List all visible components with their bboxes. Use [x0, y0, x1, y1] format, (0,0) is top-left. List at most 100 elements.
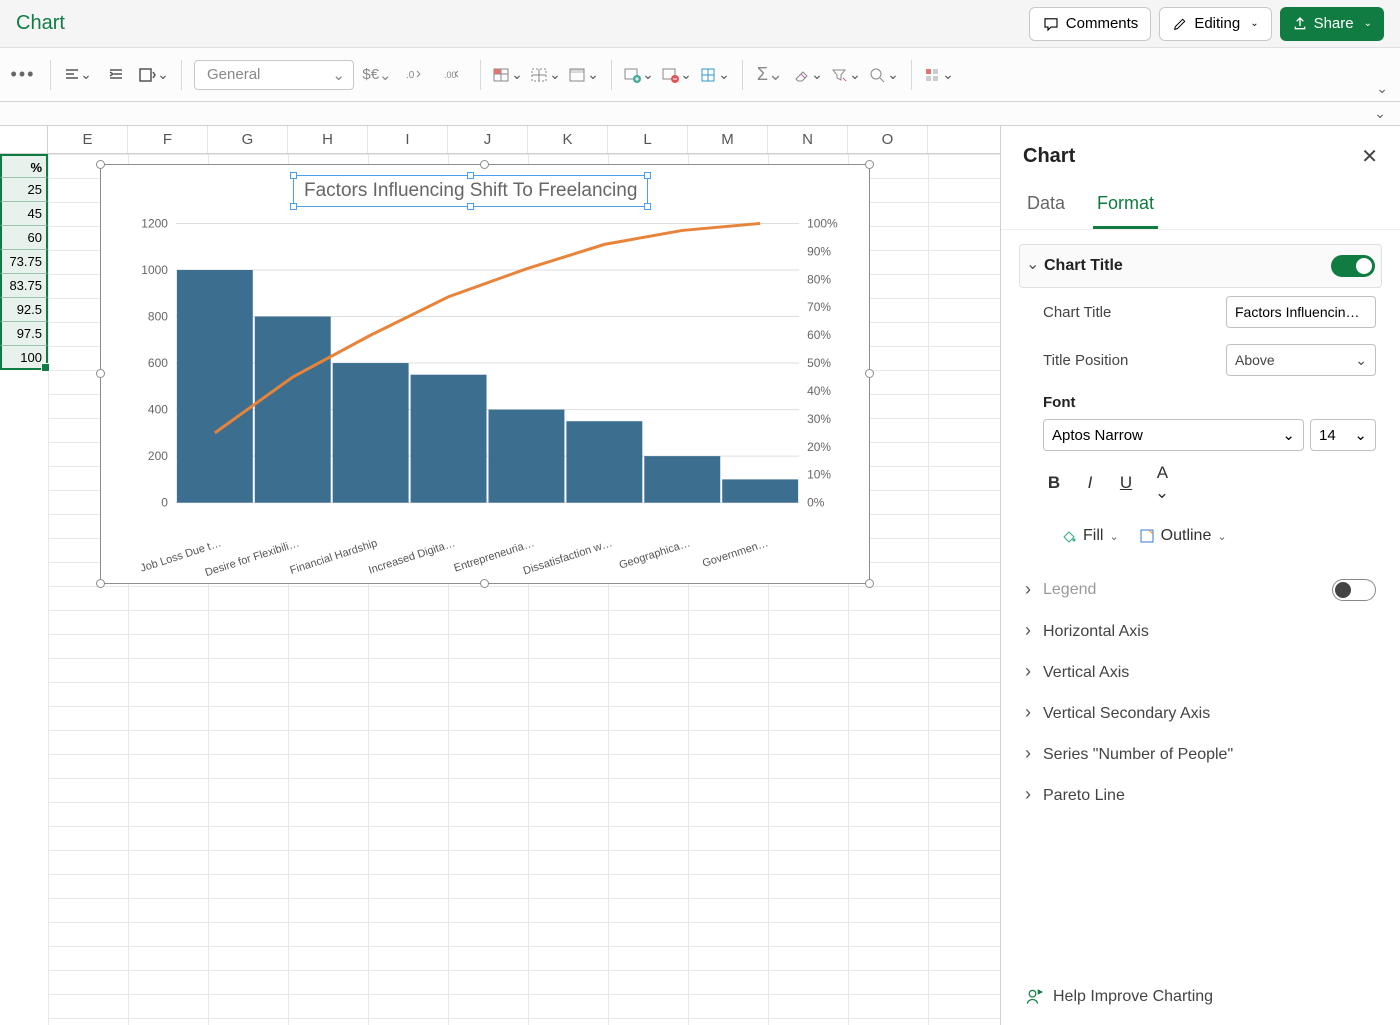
section-series[interactable]: Series "Number of People" — [1019, 734, 1382, 775]
resize-handle[interactable] — [865, 369, 874, 378]
font-section-label: Font — [1043, 394, 1376, 411]
tab-data[interactable]: Data — [1023, 185, 1069, 229]
align-left-button[interactable]: ⌄ — [63, 60, 93, 90]
share-button[interactable]: Share ⌄ — [1280, 7, 1384, 41]
cell[interactable]: 97.5 — [0, 322, 48, 346]
cell-styles-button[interactable]: ⌄ — [569, 60, 599, 90]
editing-mode-button[interactable]: Editing ⌄ — [1159, 7, 1271, 41]
col-header[interactable]: J — [448, 126, 528, 153]
feedback-icon — [1025, 987, 1045, 1007]
chevron-right-icon — [1025, 662, 1043, 683]
resize-handle[interactable] — [96, 369, 105, 378]
cell[interactable]: 73.75 — [0, 250, 48, 274]
section-chart-title[interactable]: Chart Title — [1019, 244, 1382, 288]
cell[interactable]: 25 — [0, 178, 48, 202]
section-vertical-secondary-axis[interactable]: Vertical Secondary Axis — [1019, 693, 1382, 734]
chevron-right-icon — [1025, 744, 1043, 765]
resize-handle[interactable] — [480, 160, 489, 169]
cond-format-button[interactable]: ⌄ — [493, 60, 523, 90]
col-header[interactable]: L — [608, 126, 688, 153]
search-icon — [869, 67, 887, 83]
col-header[interactable]: F — [128, 126, 208, 153]
font-size-select[interactable]: 14 ⌄ — [1310, 419, 1376, 451]
col-header[interactable]: O — [848, 126, 928, 153]
chart-object[interactable]: Factors Influencing Shift To Freelancing… — [100, 164, 870, 584]
cell[interactable]: 45 — [0, 202, 48, 226]
svg-text:70%: 70% — [807, 300, 831, 314]
col-header[interactable]: I — [368, 126, 448, 153]
sort-filter-button[interactable]: ⌄ — [831, 60, 861, 90]
section-horizontal-axis[interactable]: Horizontal Axis — [1019, 611, 1382, 652]
outline-icon — [1139, 528, 1155, 544]
svg-text:600: 600 — [148, 356, 168, 370]
section-vertical-axis[interactable]: Vertical Axis — [1019, 652, 1382, 693]
resize-handle[interactable] — [865, 160, 874, 169]
chart-title-label: Chart Title — [1043, 304, 1226, 321]
currency-button[interactable]: $€⌄ — [362, 60, 392, 90]
chevron-right-icon — [1025, 785, 1043, 806]
format-table-button[interactable]: ⌄ — [531, 60, 561, 90]
col-header[interactable]: H — [288, 126, 368, 153]
tab-format[interactable]: Format — [1093, 185, 1158, 229]
collapse-ribbon-button[interactable]: ⌄ — [1376, 80, 1388, 97]
help-improve-link[interactable]: Help Improve Charting — [1025, 987, 1213, 1007]
fill-button[interactable]: Fill⌄ — [1061, 527, 1119, 545]
svg-text:0%: 0% — [807, 496, 825, 510]
comments-button[interactable]: Comments — [1029, 7, 1152, 41]
indent-button[interactable] — [101, 60, 131, 90]
outline-button[interactable]: Outline⌄ — [1139, 527, 1227, 545]
find-button[interactable]: ⌄ — [869, 60, 899, 90]
more-options-button[interactable]: ••• — [8, 60, 38, 90]
title-position-select[interactable]: Above ⌄ — [1226, 344, 1376, 376]
insert-button[interactable]: ⌄ — [624, 60, 654, 90]
chevron-down-icon: ⌄ — [1364, 18, 1372, 29]
spreadsheet-area[interactable]: E F G H I J K L M N O % 25 45 60 73.75 8… — [0, 126, 1000, 1025]
font-color-button[interactable]: A ⌄ — [1151, 463, 1173, 503]
chevron-down-icon: ⌄ — [1282, 426, 1295, 444]
svg-text:90%: 90% — [807, 244, 831, 258]
clear-button[interactable]: ⌄ — [793, 60, 823, 90]
expand-button[interactable]: ⌄ — [1374, 105, 1386, 122]
cell[interactable]: 100 — [0, 346, 48, 370]
cell[interactable]: 60 — [0, 226, 48, 250]
col-header[interactable]: K — [528, 126, 608, 153]
addins-button[interactable]: ⌄ — [924, 60, 954, 90]
svg-text:10%: 10% — [807, 468, 831, 482]
format-cells-button[interactable]: ⌄ — [700, 60, 730, 90]
col-header[interactable]: E — [48, 126, 128, 153]
close-icon[interactable]: ✕ — [1361, 144, 1378, 169]
ribbon-toolbar: ••• ⌄ ⌄ General ⌄ $€⌄ .0 .00 ⌄ ⌄ ⌄ ⌄ ⌄ ⌄… — [0, 48, 1400, 102]
cell[interactable]: 83.75 — [0, 274, 48, 298]
resize-handle[interactable] — [96, 579, 105, 588]
wrap-text-button[interactable]: ⌄ — [139, 60, 169, 90]
chart-title-input[interactable] — [1226, 296, 1376, 328]
col-header[interactable]: M — [688, 126, 768, 153]
svg-text:40%: 40% — [807, 384, 831, 398]
section-legend[interactable]: Legend — [1019, 569, 1382, 611]
chart-title-toggle[interactable] — [1331, 255, 1375, 277]
chevron-down-icon — [1026, 256, 1044, 276]
legend-toggle[interactable] — [1332, 579, 1376, 601]
number-format-dropdown[interactable]: General ⌄ — [194, 60, 354, 90]
delete-button[interactable]: ⌄ — [662, 60, 692, 90]
increase-decimal-button[interactable]: .0 — [400, 60, 430, 90]
col-header[interactable]: N — [768, 126, 848, 153]
resize-handle[interactable] — [480, 579, 489, 588]
grid[interactable]: % 25 45 60 73.75 83.75 92.5 97.5 100 — [0, 154, 1000, 1025]
chart-title-selection[interactable]: Factors Influencing Shift To Freelancing — [293, 175, 648, 207]
cell[interactable]: 92.5 — [0, 298, 48, 322]
chart-title-text[interactable]: Factors Influencing Shift To Freelancing — [304, 180, 637, 201]
underline-button[interactable]: U — [1115, 473, 1137, 493]
cells-icon — [569, 67, 587, 83]
resize-handle[interactable] — [865, 579, 874, 588]
svg-text:0: 0 — [161, 496, 168, 510]
italic-button[interactable]: I — [1079, 473, 1101, 493]
decrease-decimal-button[interactable]: .00 — [438, 60, 468, 90]
autosum-button[interactable]: Σ⌄ — [755, 60, 785, 90]
section-pareto-line[interactable]: Pareto Line — [1019, 775, 1382, 816]
resize-handle[interactable] — [96, 160, 105, 169]
bold-button[interactable]: B — [1043, 473, 1065, 493]
col-header[interactable]: G — [208, 126, 288, 153]
cell[interactable]: % — [0, 154, 48, 178]
font-name-select[interactable]: Aptos Narrow ⌄ — [1043, 419, 1304, 451]
